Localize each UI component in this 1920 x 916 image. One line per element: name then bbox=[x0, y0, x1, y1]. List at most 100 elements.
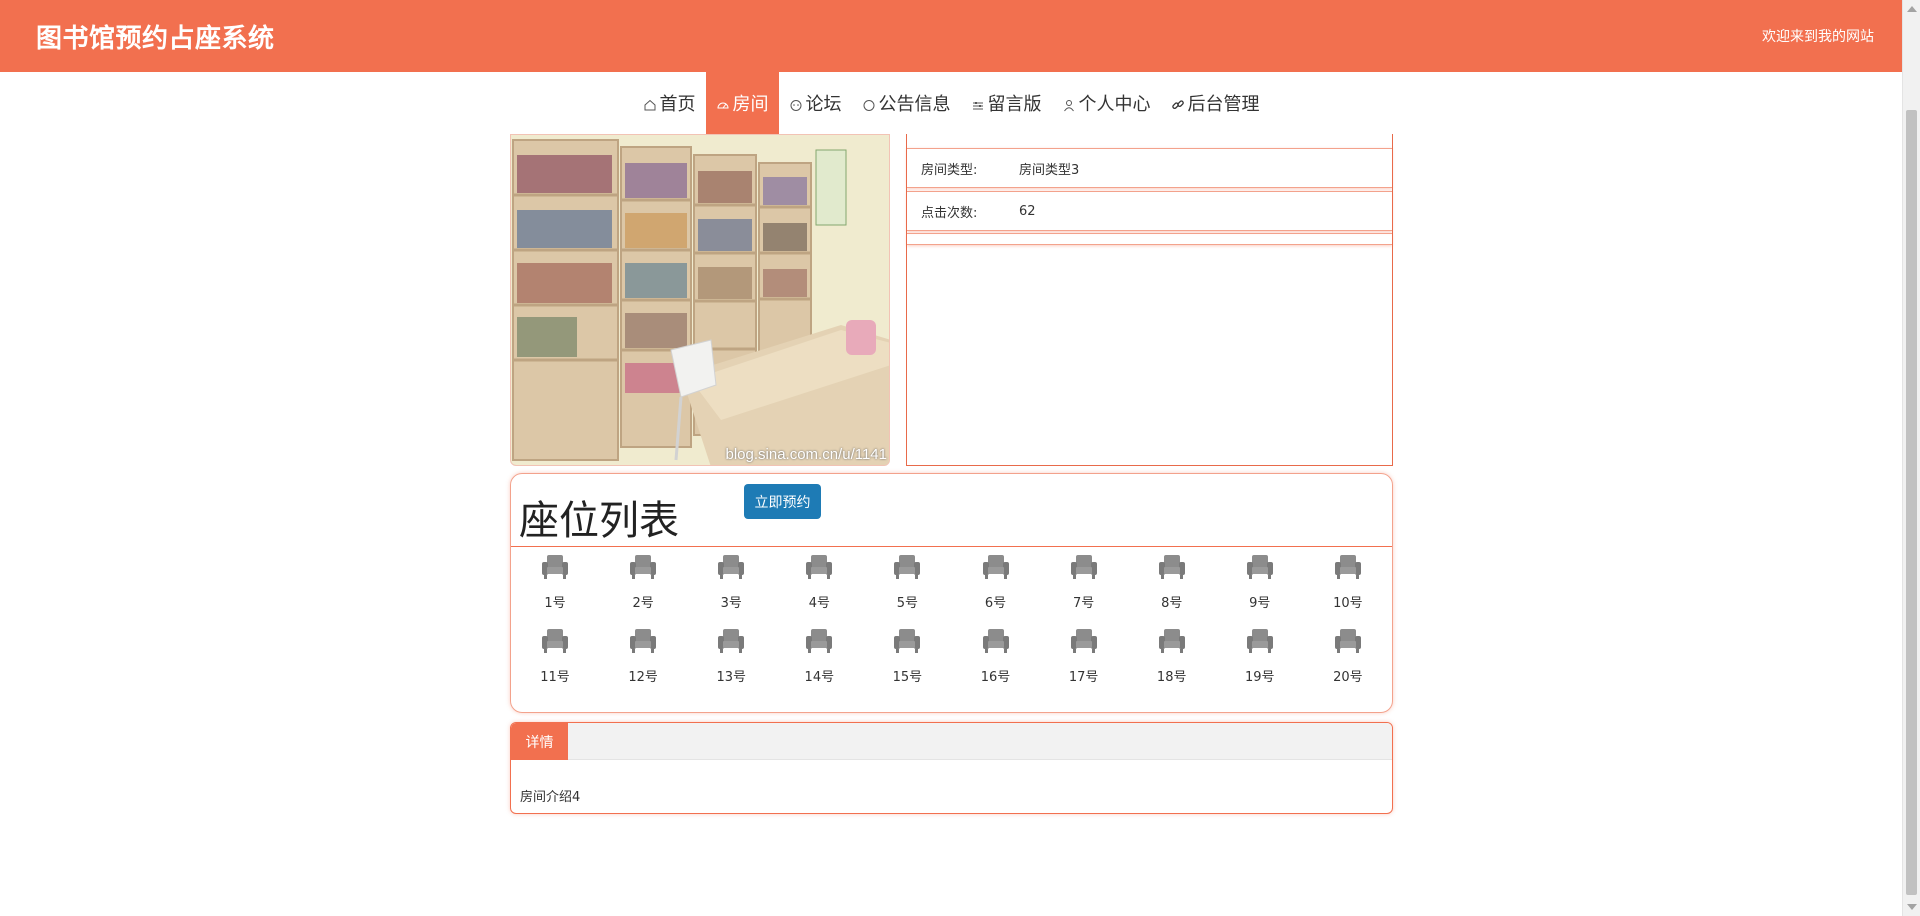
nav-item-notice[interactable]: 公告信息 bbox=[852, 72, 961, 134]
seat-item[interactable]: 20号 bbox=[1304, 628, 1392, 690]
dashboard-icon bbox=[716, 96, 730, 110]
seat-grid: 1号 2号 3号 4号 5号 6号 7号 8号 9号 10号 11号 12号 13号 14号 15号 16号 1… bbox=[511, 554, 1392, 690]
seat-item[interactable]: 11号 bbox=[511, 628, 599, 690]
seat-label: 13号 bbox=[716, 670, 746, 685]
armchair-icon bbox=[717, 628, 745, 658]
seat-label: 1号 bbox=[544, 596, 566, 611]
seat-item[interactable]: 15号 bbox=[863, 628, 951, 690]
seat-label: 11号 bbox=[540, 670, 570, 685]
seat-item[interactable]: 12号 bbox=[599, 628, 687, 690]
seat-item[interactable]: 13号 bbox=[687, 628, 775, 690]
scroll-up-arrow[interactable] bbox=[1907, 6, 1917, 12]
seat-label: 2号 bbox=[632, 596, 654, 611]
nav-item-label: 房间 bbox=[732, 94, 769, 115]
seat-label: 18号 bbox=[1156, 670, 1187, 685]
image-watermark: blog.sina.com.cn/u/1141 bbox=[725, 446, 888, 463]
nav-item-room[interactable]: 房间 bbox=[705, 72, 779, 134]
seat-label: 4号 bbox=[808, 596, 830, 611]
armchair-icon bbox=[893, 628, 921, 658]
armchair-icon bbox=[541, 554, 569, 584]
seat-item[interactable]: 3号 bbox=[687, 554, 775, 616]
scroll-thumb[interactable] bbox=[1906, 110, 1917, 895]
seat-item[interactable]: 19号 bbox=[1216, 628, 1304, 690]
seat-list-title: 座位列表 bbox=[519, 498, 679, 544]
welcome-text: 欢迎来到我的网站 bbox=[1762, 29, 1874, 45]
seat-label: 5号 bbox=[896, 596, 919, 611]
nav-item-label: 首页 bbox=[659, 94, 696, 115]
info-row-click-count: 点击次数: 62 bbox=[907, 191, 1392, 231]
armchair-icon bbox=[893, 554, 921, 584]
seat-label: 9号 bbox=[1249, 596, 1271, 611]
seat-item[interactable]: 1号 bbox=[511, 554, 599, 616]
armchair-icon bbox=[629, 628, 657, 658]
armchair-icon bbox=[1070, 554, 1098, 584]
room-info-box: 房间类型: 房间类型3 点击次数: 62 bbox=[906, 134, 1393, 466]
seat-label: 15号 bbox=[892, 670, 923, 685]
scroll-down-arrow[interactable] bbox=[1907, 904, 1917, 910]
detail-panel: 详情 房间介绍4 bbox=[510, 722, 1393, 814]
info-label: 房间类型: bbox=[921, 162, 978, 178]
seat-label: 3号 bbox=[720, 596, 742, 611]
seat-label: 12号 bbox=[628, 670, 658, 685]
nav-item-label: 公告信息 bbox=[878, 94, 951, 115]
seat-label: 14号 bbox=[804, 670, 835, 685]
page-scrollbar[interactable] bbox=[1902, 0, 1920, 916]
seat-label: 8号 bbox=[1161, 596, 1183, 611]
seat-label: 7号 bbox=[1072, 596, 1095, 611]
armchair-icon bbox=[1334, 628, 1362, 658]
seat-label: 6号 bbox=[984, 596, 1007, 611]
seat-label: 10号 bbox=[1333, 596, 1363, 611]
armchair-icon bbox=[1246, 628, 1274, 658]
armchair-icon bbox=[541, 628, 569, 658]
seat-item[interactable]: 8号 bbox=[1128, 554, 1216, 616]
seat-item[interactable]: 6号 bbox=[951, 554, 1039, 616]
panel-divider bbox=[511, 546, 1392, 547]
seat-item[interactable]: 14号 bbox=[775, 628, 863, 690]
armchair-icon bbox=[717, 554, 745, 584]
seat-item[interactable]: 18号 bbox=[1128, 628, 1216, 690]
seat-label: 17号 bbox=[1068, 670, 1099, 685]
info-label: 点击次数: bbox=[921, 205, 978, 221]
room-photo-illustration bbox=[511, 135, 889, 465]
reserve-now-button[interactable]: 立即预约 bbox=[744, 484, 821, 519]
home-icon bbox=[643, 96, 657, 111]
nav-item-label: 留言版 bbox=[987, 94, 1042, 115]
seat-item[interactable]: 5号 bbox=[863, 554, 951, 616]
seat-list-panel: 座位列表 立即预约 1号 2号 3号 4号 5号 6号 7号 8号 9号 10号 11号 12号 13号… bbox=[510, 473, 1393, 713]
seat-item[interactable]: 9号 bbox=[1216, 554, 1304, 616]
main-nav: 首页 房间 论坛 公告信息 留言版 个人中心 后台管理 bbox=[0, 72, 1902, 134]
info-value: 62 bbox=[1019, 203, 1036, 219]
room-photo: blog.sina.com.cn/u/1141 bbox=[510, 134, 890, 466]
room-description: 房间介绍4 bbox=[520, 790, 581, 805]
armchair-icon bbox=[1334, 554, 1362, 584]
seat-item[interactable]: 16号 bbox=[951, 628, 1039, 690]
nav-item-admin[interactable]: 后台管理 bbox=[1161, 72, 1270, 134]
nav-item-home[interactable]: 首页 bbox=[633, 72, 706, 134]
user-icon bbox=[1062, 96, 1076, 112]
armchair-icon bbox=[982, 554, 1010, 584]
nav-item-forum[interactable]: 论坛 bbox=[779, 72, 852, 134]
info-row-room-type: 房间类型: 房间类型3 bbox=[907, 148, 1392, 188]
seat-item[interactable]: 7号 bbox=[1040, 554, 1128, 616]
tab-detail[interactable]: 详情 bbox=[511, 723, 568, 760]
seat-label: 20号 bbox=[1333, 670, 1363, 685]
seat-item[interactable]: 10号 bbox=[1304, 554, 1392, 616]
armchair-icon bbox=[629, 554, 657, 584]
nav-item-personal-center[interactable]: 个人中心 bbox=[1052, 72, 1161, 134]
top-header: 图书馆预约占座系统 欢迎来到我的网站 bbox=[0, 0, 1902, 72]
nav-item-message-board[interactable]: 留言版 bbox=[961, 72, 1052, 134]
detail-tab-bar: 详情 bbox=[511, 723, 1392, 760]
seat-label: 19号 bbox=[1245, 670, 1275, 685]
armchair-icon bbox=[1158, 628, 1186, 658]
info-value: 房间类型3 bbox=[1019, 162, 1080, 178]
seat-item[interactable]: 2号 bbox=[599, 554, 687, 616]
forum-icon bbox=[789, 96, 803, 111]
armchair-icon bbox=[805, 554, 833, 584]
seat-item[interactable]: 17号 bbox=[1040, 628, 1128, 690]
nav-item-label: 个人中心 bbox=[1078, 94, 1151, 115]
armchair-icon bbox=[982, 628, 1010, 658]
info-row-empty bbox=[907, 233, 1392, 245]
seat-item[interactable]: 4号 bbox=[775, 554, 863, 616]
nav-item-label: 后台管理 bbox=[1187, 94, 1260, 115]
sliders-icon bbox=[971, 96, 985, 110]
